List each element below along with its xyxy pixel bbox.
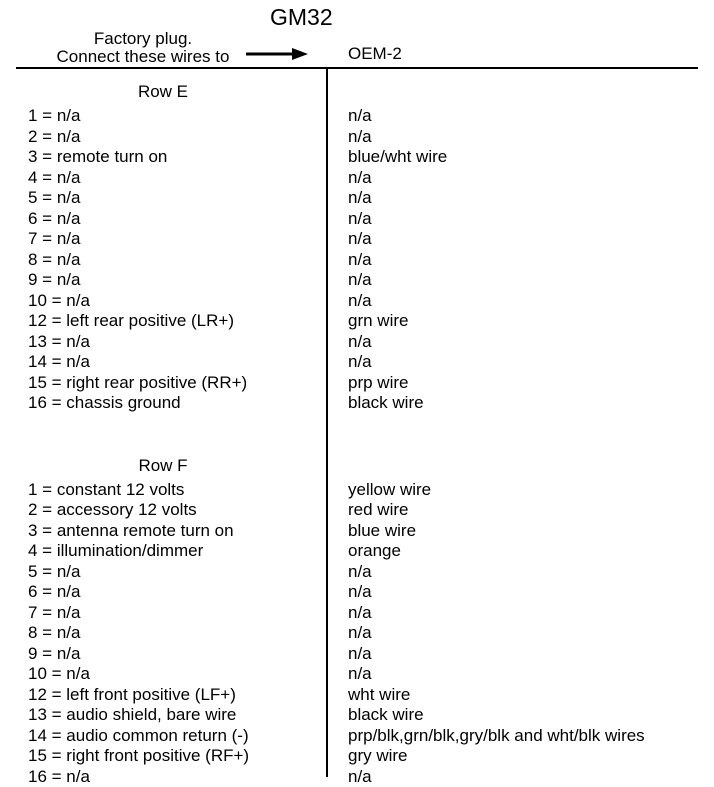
- table-row: 13 = n/an/a: [28, 332, 714, 353]
- oem-value: n/a: [326, 291, 372, 312]
- pin-description: 16 = chassis ground: [28, 393, 326, 414]
- oem-value: n/a: [326, 229, 372, 250]
- table-row: 12 = left front positive (LF+)wht wire: [28, 685, 714, 706]
- table-row: 14 = n/an/a: [28, 352, 714, 373]
- pin-description: 4 = n/a: [28, 168, 326, 189]
- section-heading: Row E: [0, 76, 326, 106]
- oem-value: orange: [326, 541, 401, 562]
- table-row: 5 = n/an/a: [28, 562, 714, 583]
- pin-description: 1 = n/a: [28, 106, 326, 127]
- oem-column-label: OEM-2: [348, 44, 402, 64]
- pin-description: 8 = n/a: [28, 623, 326, 644]
- oem-value: n/a: [326, 352, 372, 373]
- pin-description: 14 = n/a: [28, 352, 326, 373]
- table-row: 9 = n/an/a: [28, 644, 714, 665]
- table-row: 6 = n/an/a: [28, 209, 714, 230]
- table-row: 2 = accessory 12 voltsred wire: [28, 500, 714, 521]
- table-row: 10 = n/an/a: [28, 291, 714, 312]
- table-row: 15 = right front positive (RF+)gry wire: [28, 746, 714, 767]
- table-row: 3 = antenna remote turn onblue wire: [28, 521, 714, 542]
- oem-value: n/a: [326, 270, 372, 291]
- page-title: GM32: [270, 4, 333, 31]
- table-row: 12 = left rear positive (LR+)grn wire: [28, 311, 714, 332]
- pin-description: 3 = remote turn on: [28, 147, 326, 168]
- table-row: 8 = n/an/a: [28, 623, 714, 644]
- pin-description: 8 = n/a: [28, 250, 326, 271]
- table-row: 6 = n/an/a: [28, 582, 714, 603]
- oem-value: n/a: [326, 332, 372, 353]
- pin-description: 12 = left front positive (LF+): [28, 685, 326, 706]
- table-row: 13 = audio shield, bare wireblack wire: [28, 705, 714, 726]
- table-row: 15 = right rear positive (RR+)prp wire: [28, 373, 714, 394]
- oem-value: n/a: [326, 168, 372, 189]
- table-row: 1 = constant 12 voltsyellow wire: [28, 480, 714, 501]
- pin-description: 3 = antenna remote turn on: [28, 521, 326, 542]
- factory-line1: Factory plug.: [94, 29, 192, 48]
- pin-description: 1 = constant 12 volts: [28, 480, 326, 501]
- oem-value: n/a: [326, 250, 372, 271]
- table-row: 10 = n/an/a: [28, 664, 714, 685]
- oem-value: red wire: [326, 500, 408, 521]
- pin-description: 7 = n/a: [28, 603, 326, 624]
- table-row: 9 = n/an/a: [28, 270, 714, 291]
- oem-value: grn wire: [326, 311, 408, 332]
- oem-value: n/a: [326, 623, 372, 644]
- oem-value: prp/blk,grn/blk,gry/blk and wht/blk wire…: [326, 726, 645, 747]
- table-row: 4 = n/an/a: [28, 168, 714, 189]
- table-row: 14 = audio common return (-)prp/blk,grn/…: [28, 726, 714, 747]
- pin-description: 6 = n/a: [28, 209, 326, 230]
- table-row: 1 = n/an/a: [28, 106, 714, 127]
- pin-description: 13 = n/a: [28, 332, 326, 353]
- oem-value: prp wire: [326, 373, 408, 394]
- oem-value: black wire: [326, 393, 424, 414]
- oem-value: n/a: [326, 106, 372, 127]
- oem-value: blue/wht wire: [326, 147, 447, 168]
- table-row: 7 = n/an/a: [28, 229, 714, 250]
- pin-description: 13 = audio shield, bare wire: [28, 705, 326, 726]
- table-row: 2 = n/an/a: [28, 127, 714, 148]
- section-row-e: Row E 1 = n/an/a2 = n/an/a3 = remote tur…: [0, 68, 714, 414]
- table-row: 5 = n/an/a: [28, 188, 714, 209]
- pin-description: 12 = left rear positive (LR+): [28, 311, 326, 332]
- pin-description: 4 = illumination/dimmer: [28, 541, 326, 562]
- table-row: 7 = n/an/a: [28, 603, 714, 624]
- pin-description: 14 = audio common return (-): [28, 726, 326, 747]
- oem-value: wht wire: [326, 685, 410, 706]
- factory-plug-label: Factory plug. Connect these wires to: [38, 30, 248, 66]
- oem-value: n/a: [326, 664, 372, 685]
- oem-value: n/a: [326, 209, 372, 230]
- table-row: 16 = chassis groundblack wire: [28, 393, 714, 414]
- table-row: 3 = remote turn onblue/wht wire: [28, 147, 714, 168]
- oem-value: gry wire: [326, 746, 408, 767]
- arrow-right-icon: [246, 46, 308, 66]
- oem-value: n/a: [326, 603, 372, 624]
- pin-description: 15 = right front positive (RF+): [28, 746, 326, 767]
- pin-description: 2 = accessory 12 volts: [28, 500, 326, 521]
- oem-value: n/a: [326, 582, 372, 603]
- oem-value: n/a: [326, 188, 372, 209]
- oem-value: black wire: [326, 705, 424, 726]
- pin-description: 7 = n/a: [28, 229, 326, 250]
- pin-description: 5 = n/a: [28, 562, 326, 583]
- section-row-f: Row F 1 = constant 12 voltsyellow wire2 …: [0, 442, 714, 787]
- pin-description: 15 = right rear positive (RR+): [28, 373, 326, 394]
- oem-value: n/a: [326, 127, 372, 148]
- oem-value: n/a: [326, 644, 372, 665]
- oem-value: n/a: [326, 562, 372, 583]
- pin-description: 2 = n/a: [28, 127, 326, 148]
- pin-description: 5 = n/a: [28, 188, 326, 209]
- pin-description: 10 = n/a: [28, 664, 326, 685]
- pin-description: 9 = n/a: [28, 270, 326, 291]
- factory-line2: Connect these wires to: [57, 47, 230, 66]
- oem-value: yellow wire: [326, 480, 431, 501]
- pin-description: 9 = n/a: [28, 644, 326, 665]
- pin-description: 10 = n/a: [28, 291, 326, 312]
- oem-value: blue wire: [326, 521, 416, 542]
- pin-description: 6 = n/a: [28, 582, 326, 603]
- section-heading: Row F: [0, 450, 326, 480]
- table-row: 8 = n/an/a: [28, 250, 714, 271]
- table-row: 4 = illumination/dimmerorange: [28, 541, 714, 562]
